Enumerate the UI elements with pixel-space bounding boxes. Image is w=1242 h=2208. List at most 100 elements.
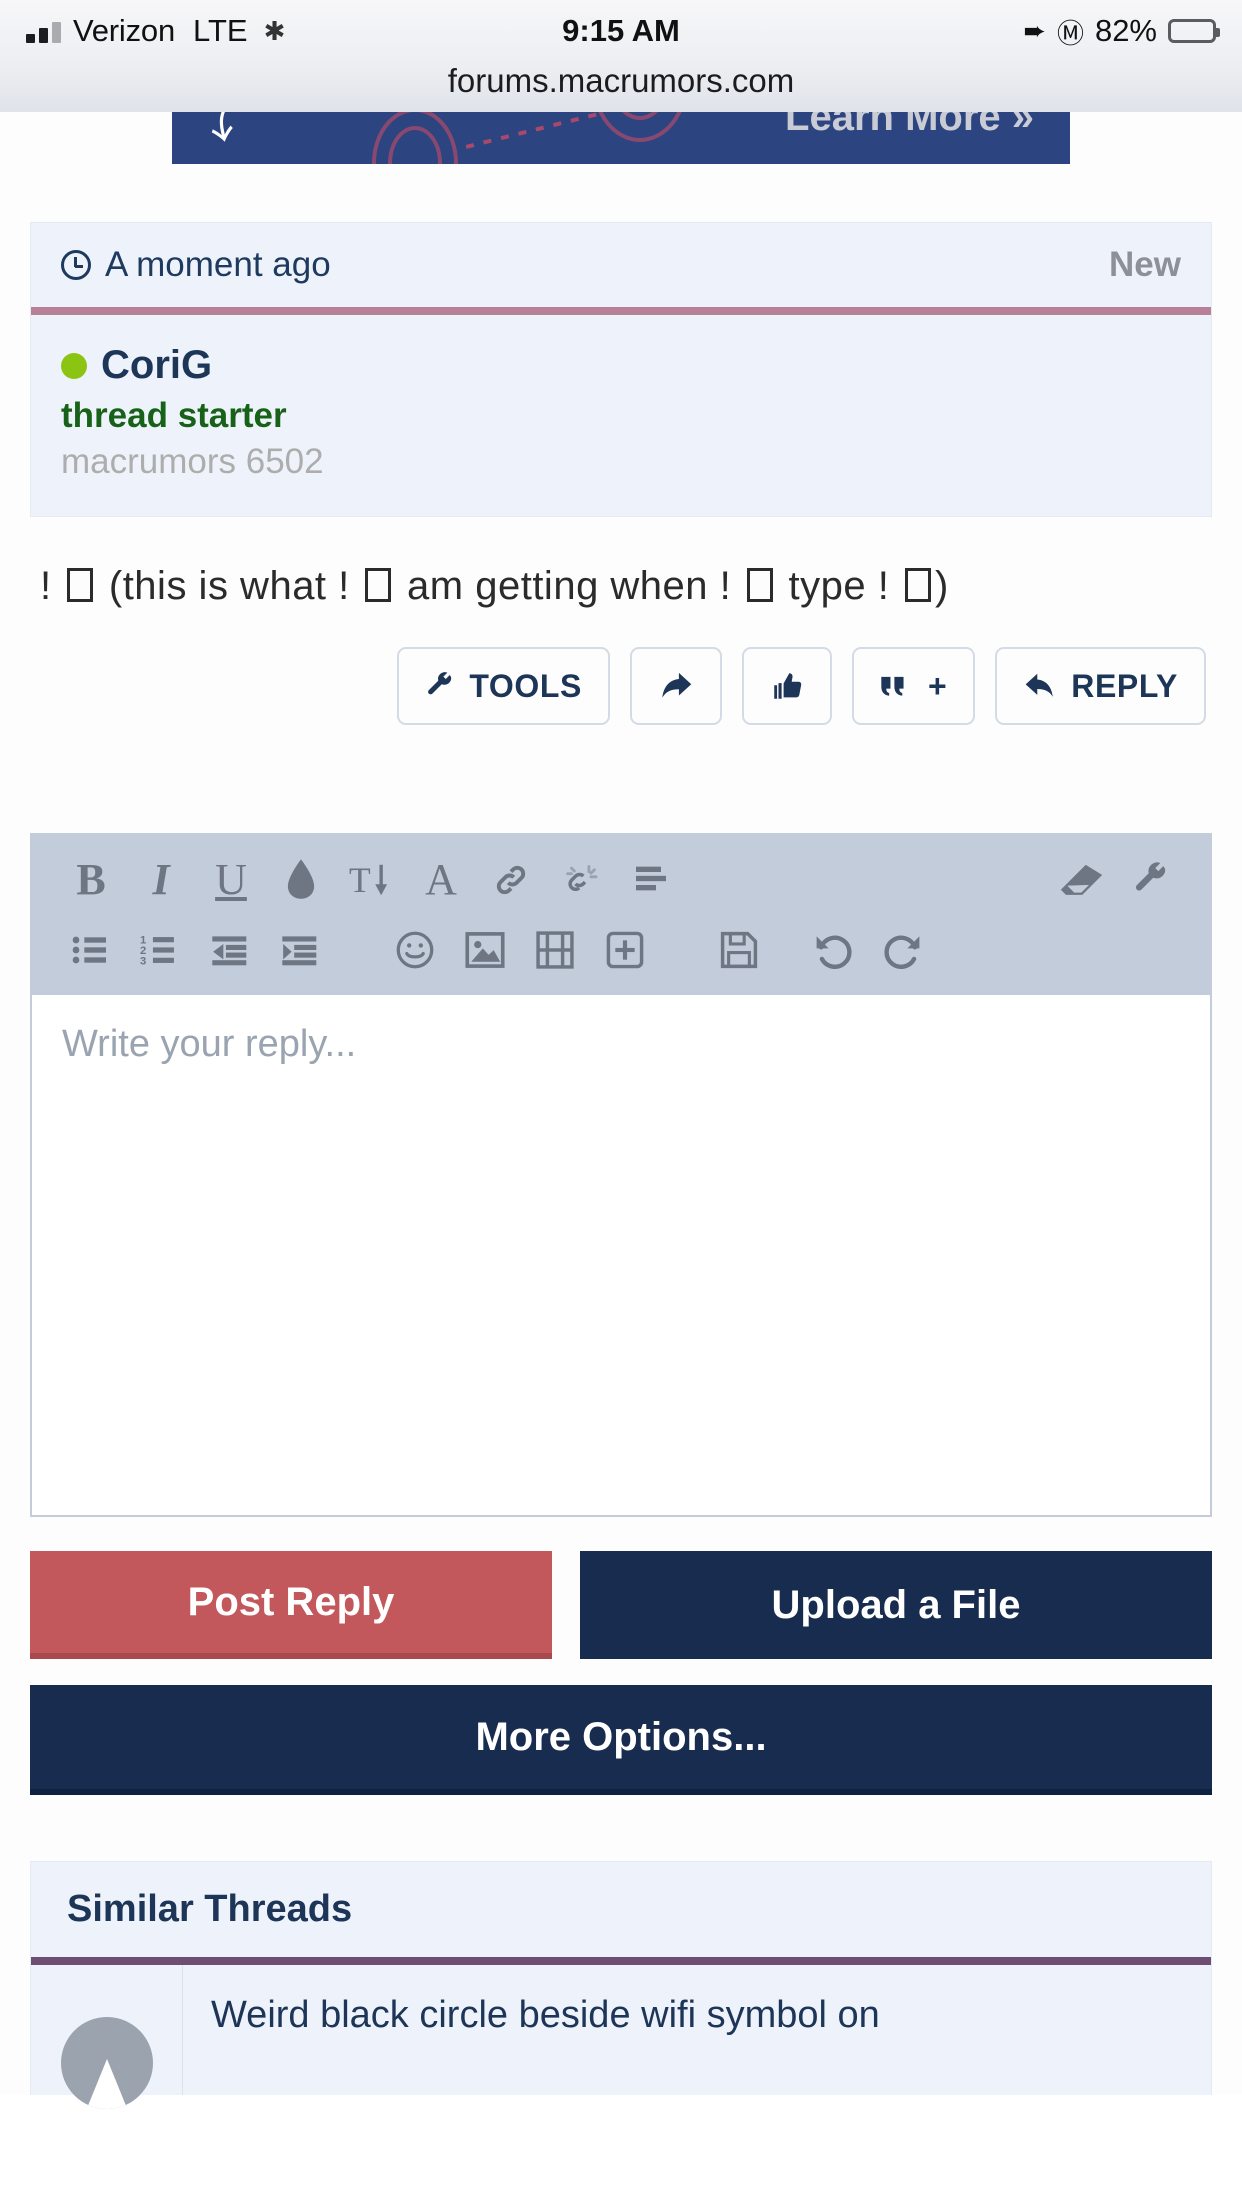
reply-textarea[interactable]: Write your reply... xyxy=(30,995,1212,1517)
thumbs-up-icon xyxy=(774,673,802,699)
share-arrow-icon xyxy=(662,672,692,698)
insert-more-icon[interactable] xyxy=(590,915,660,985)
author-username: CoriG xyxy=(101,343,213,387)
post-body-segment: ! xyxy=(40,564,52,608)
insert-media-icon[interactable] xyxy=(520,915,590,985)
history-group xyxy=(704,915,938,985)
reply-editor: B I U T A 1 2 3 Write your reply... xyxy=(30,833,1212,1517)
insert-link-icon[interactable] xyxy=(476,845,546,915)
redo-icon[interactable] xyxy=(868,915,938,985)
post-meta-header: A moment ago New xyxy=(31,223,1211,307)
quote-button-label: + xyxy=(927,667,948,704)
similar-threads-section: Similar Threads Weird black circle besid… xyxy=(30,1861,1212,2109)
font-size-icon[interactable]: T xyxy=(336,845,406,915)
promo-cta-label: Learn More » xyxy=(785,112,1034,139)
svg-text:T: T xyxy=(349,860,371,900)
tools-button-label: TOOLS xyxy=(469,667,582,704)
indent-icon[interactable] xyxy=(266,915,336,985)
wrench-icon xyxy=(428,672,452,695)
ios-browser-chrome: Verizon LTE ✱ 9:15 AM ➨ Ⓜ 82% forums.mac… xyxy=(0,0,1242,112)
post-timestamp-label: A moment ago xyxy=(105,245,331,284)
location-arrow-icon: ➨ xyxy=(1023,15,1046,46)
post-author-block: CoriG thread starter macrumors 6502 xyxy=(31,315,1211,516)
post-body-segment: ) xyxy=(935,564,949,608)
post-card: A moment ago New CoriG thread starter ma… xyxy=(30,222,1212,517)
missing-glyph-box xyxy=(365,568,392,602)
post-body-text: ! (this is what ! am getting when ! type… xyxy=(0,517,1242,613)
reply-button-label: REPLY xyxy=(1071,667,1178,704)
quote-icon xyxy=(881,676,904,696)
decorative-dotted-line xyxy=(465,112,603,149)
signal-strength-icon xyxy=(26,19,61,43)
post-action-bar: TOOLS + REPLY xyxy=(0,613,1242,725)
eraser-icon[interactable] xyxy=(1046,845,1116,915)
font-family-icon[interactable]: A xyxy=(406,845,476,915)
editor-toolbar-row-1: B I U T A xyxy=(30,845,1212,915)
editor-toolbar-row-2: 123 xyxy=(30,915,1212,985)
editor-tools-group xyxy=(1046,845,1186,915)
insert-group xyxy=(380,915,660,985)
reply-button[interactable]: REPLY xyxy=(995,647,1206,725)
undo-icon[interactable] xyxy=(798,915,868,985)
bullet-list-icon[interactable] xyxy=(56,915,126,985)
post-new-badge: New xyxy=(1109,245,1181,284)
like-button[interactable] xyxy=(741,647,832,725)
text-align-icon[interactable] xyxy=(616,845,686,915)
author-rank-label: macrumors 6502 xyxy=(61,442,324,481)
outdent-icon[interactable] xyxy=(196,915,266,985)
browser-url-bar[interactable]: forums.macrumors.com xyxy=(0,62,1242,112)
thread-title-link[interactable]: Weird black circle beside wifi symbol on xyxy=(211,1994,880,2036)
insert-image-icon[interactable] xyxy=(450,915,520,985)
ios-status-bar: Verizon LTE ✱ 9:15 AM ➨ Ⓜ 82% xyxy=(0,0,1242,62)
post-timestamp[interactable]: A moment ago xyxy=(61,245,331,285)
svg-text:3: 3 xyxy=(140,956,146,967)
underline-icon[interactable]: U xyxy=(196,845,266,915)
editor-toolbar: B I U T A 1 2 3 xyxy=(30,833,1212,995)
promo-banner-region: ⤵ Learn More » xyxy=(0,112,1242,164)
clock-icon xyxy=(61,250,91,280)
avatar xyxy=(60,2017,153,2109)
curved-arrow-icon: ⤵ xyxy=(203,112,260,151)
url-text: forums.macrumors.com xyxy=(447,62,795,99)
post-reply-button[interactable]: Post Reply xyxy=(30,1551,552,1659)
submit-button-row: Post Reply Upload a File xyxy=(30,1551,1212,1659)
list-group: 123 xyxy=(56,915,336,985)
status-bar-right: ➨ Ⓜ 82% xyxy=(1023,12,1220,51)
spinner-icon: ✱ xyxy=(263,16,286,46)
bold-icon[interactable]: B xyxy=(56,845,126,915)
format-group: B I U T A xyxy=(56,845,686,915)
list-item[interactable]: Weird black circle beside wifi symbol on xyxy=(31,1965,1211,2109)
text-color-icon[interactable] xyxy=(266,845,336,915)
more-options-button[interactable]: More Options... xyxy=(30,1685,1212,1795)
network-type-label: LTE xyxy=(193,13,248,48)
thread-avatar-cell xyxy=(31,1965,183,2109)
promo-banner[interactable]: ⤵ Learn More » xyxy=(172,112,1070,164)
carrier-label: Verizon xyxy=(73,13,175,48)
remove-link-icon[interactable] xyxy=(546,845,616,915)
similar-threads-header: Similar Threads xyxy=(31,1862,1211,1957)
bluetooth-icon: Ⓜ xyxy=(1056,18,1084,49)
missing-glyph-box xyxy=(746,568,773,602)
post-body-segment: am getting when ! xyxy=(407,564,732,608)
share-button[interactable] xyxy=(629,647,722,725)
post-body-segment: (this is what ! xyxy=(108,564,350,608)
reply-arrow-icon xyxy=(1025,673,1054,697)
missing-glyph-box xyxy=(67,568,94,602)
battery-percent-label: 82% xyxy=(1094,13,1157,48)
italic-icon[interactable]: I xyxy=(126,845,196,915)
similar-threads-divider xyxy=(31,1957,1211,1965)
editor-tools-icon[interactable] xyxy=(1116,845,1186,915)
post-divider-rule xyxy=(31,307,1211,315)
save-draft-icon[interactable] xyxy=(704,915,774,985)
tools-button[interactable]: TOOLS xyxy=(397,647,610,725)
author-name-row[interactable]: CoriG xyxy=(61,343,1181,388)
quote-button[interactable]: + xyxy=(851,647,976,725)
similar-threads-title: Similar Threads xyxy=(67,1888,353,1930)
reply-placeholder: Write your reply... xyxy=(62,1023,357,1065)
post-body-segment: type ! xyxy=(788,564,890,608)
emoji-icon[interactable] xyxy=(380,915,450,985)
battery-icon xyxy=(1168,19,1220,43)
thread-title-cell: Weird black circle beside wifi symbol on xyxy=(183,1965,910,2095)
upload-file-button[interactable]: Upload a File xyxy=(580,1551,1212,1659)
numbered-list-icon[interactable]: 123 xyxy=(126,915,196,985)
